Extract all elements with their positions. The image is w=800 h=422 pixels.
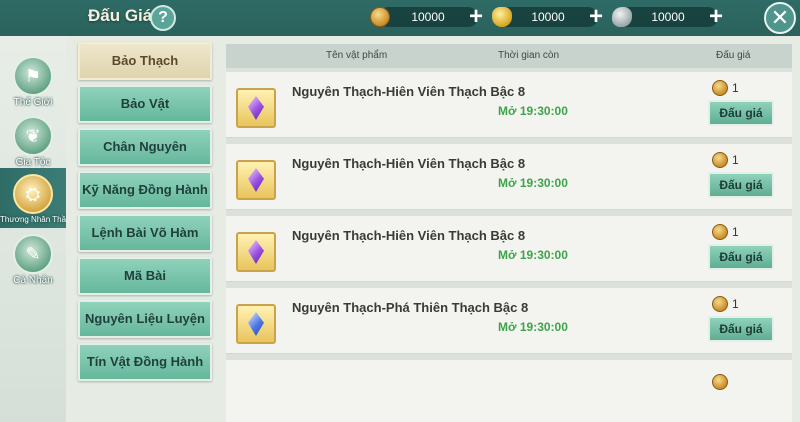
- add-silver-ingot-button[interactable]: +: [706, 5, 726, 29]
- auction-row-partial: [226, 360, 792, 422]
- item-time-left: Mở 19:30:00: [498, 248, 568, 262]
- silver-ingot-icon: [612, 7, 632, 27]
- bid-button[interactable]: Đấu giá: [708, 172, 774, 198]
- bid-price: 1: [732, 297, 739, 311]
- item-slot[interactable]: [236, 304, 276, 344]
- item-name: Nguyên Thạch-Hiên Viên Thạch Bậc 8: [292, 84, 526, 99]
- item-name: Nguyên Thạch-Hiên Viên Thạch Bậc 8: [292, 156, 526, 171]
- page-title: Đấu Giá: [88, 6, 153, 25]
- gold-ingot-icon: [492, 7, 512, 27]
- top-bar: Đấu Giá ? 10000 + 10000 + 10000 + ✕: [0, 0, 800, 36]
- silver-ingot-balance: 10000: [618, 7, 718, 27]
- main-panel: Bảo Thạch Bảo Vật Chân Nguyên Kỹ Năng Đồ…: [66, 36, 800, 422]
- auction-row: Nguyên Thạch-Hiên Viên Thạch Bậc 8 Mở 19…: [226, 72, 792, 138]
- blue-gem-icon: [248, 312, 264, 336]
- personal-scroll-icon: ✎: [13, 234, 53, 274]
- copper-coin-icon: [370, 7, 390, 27]
- list-header: Tên vật phẩm Thời gian còn Đấu giá: [226, 44, 792, 68]
- bid-button[interactable]: Đấu giá: [708, 100, 774, 126]
- gold-ingot-balance: 10000: [498, 7, 598, 27]
- item-name: Nguyên Thạch-Hiên Viên Thạch Bậc 8: [292, 228, 526, 243]
- auction-row: Nguyên Thạch-Phá Thiên Thạch Bậc 8 Mở 19…: [226, 288, 792, 354]
- bid-price: 1: [732, 81, 739, 95]
- copper-coin-icon: [712, 224, 728, 240]
- sidenav-label-world: Thế Giới: [13, 97, 53, 108]
- sidenav-item-clan[interactable]: ❦ Gia Tộc: [0, 116, 66, 168]
- bid-price: 1: [732, 153, 739, 167]
- header-bid: Đấu giá: [716, 50, 751, 61]
- help-button[interactable]: ?: [150, 5, 176, 31]
- sidenav-label-personal: Cá Nhân: [13, 275, 53, 286]
- auction-row: Nguyên Thạch-Hiên Viên Thạch Bậc 8 Mở 19…: [226, 216, 792, 282]
- copper-coin-icon: [712, 374, 728, 390]
- world-icon: ⚑: [13, 56, 53, 96]
- copper-coin-icon: [712, 296, 728, 312]
- header-time-left: Thời gian còn: [498, 50, 560, 61]
- category-lenh-bai-vo-ham[interactable]: Lệnh Bài Võ Hàm: [78, 214, 212, 252]
- copper-coin-icon: [712, 152, 728, 168]
- add-copper-coin-button[interactable]: +: [466, 5, 486, 29]
- category-tin-vat-dong-hanh[interactable]: Tín Vật Đồng Hành: [78, 343, 212, 381]
- sidenav-item-mysterious-merchant[interactable]: ⛭ Thương Nhân Thần Bí: [0, 174, 81, 224]
- purple-gem-icon: [248, 168, 264, 192]
- category-nguyen-lieu-luyen-hoa[interactable]: Nguyên Liệu Luyện Hóa: [78, 300, 212, 360]
- side-nav: ⚑ Thế Giới ❦ Gia Tộc ⛭ Thương Nhân Thần …: [0, 36, 81, 422]
- copper-coin-icon: [712, 80, 728, 96]
- sidenav-item-world[interactable]: ⚑ Thế Giới: [0, 56, 66, 108]
- item-slot[interactable]: [236, 232, 276, 272]
- close-button[interactable]: ✕: [764, 2, 796, 34]
- category-chan-nguyen[interactable]: Chân Nguyên: [78, 128, 212, 166]
- item-slot[interactable]: [236, 88, 276, 128]
- sidenav-label-clan: Gia Tộc: [15, 157, 51, 168]
- merchant-hat-icon: ⛭: [13, 174, 53, 214]
- item-time-left: Mở 19:30:00: [498, 104, 568, 118]
- category-bao-vat[interactable]: Bảo Vật: [78, 85, 212, 123]
- bid-button[interactable]: Đấu giá: [708, 244, 774, 270]
- add-gold-ingot-button[interactable]: +: [586, 5, 606, 29]
- item-name: Nguyên Thạch-Phá Thiên Thạch Bậc 8: [292, 300, 529, 315]
- purple-gem-icon: [248, 96, 264, 120]
- item-time-left: Mở 19:30:00: [498, 320, 568, 334]
- auction-row: Nguyên Thạch-Hiên Viên Thạch Bậc 8 Mở 19…: [226, 144, 792, 210]
- category-bao-thach[interactable]: Bảo Thạch: [78, 42, 212, 80]
- purple-gem-icon: [248, 240, 264, 264]
- item-time-left: Mở 19:30:00: [498, 176, 568, 190]
- header-item-name: Tên vật phẩm: [326, 50, 388, 61]
- sidenav-item-personal[interactable]: ✎ Cá Nhân: [0, 234, 66, 286]
- category-ma-bai[interactable]: Mã Bài: [78, 257, 212, 295]
- item-slot[interactable]: [236, 160, 276, 200]
- clan-icon: ❦: [13, 116, 53, 156]
- copper-coin-balance: 10000: [378, 7, 478, 27]
- sidenav-label-merchant: Thương Nhân Thần Bí: [0, 215, 81, 224]
- category-ky-nang-dong-hanh[interactable]: Kỹ Năng Đồng Hành: [78, 171, 212, 209]
- auction-list[interactable]: Tên vật phẩm Thời gian còn Đấu giá Nguyê…: [226, 44, 792, 422]
- bid-button[interactable]: Đấu giá: [708, 316, 774, 342]
- bid-price: 1: [732, 225, 739, 239]
